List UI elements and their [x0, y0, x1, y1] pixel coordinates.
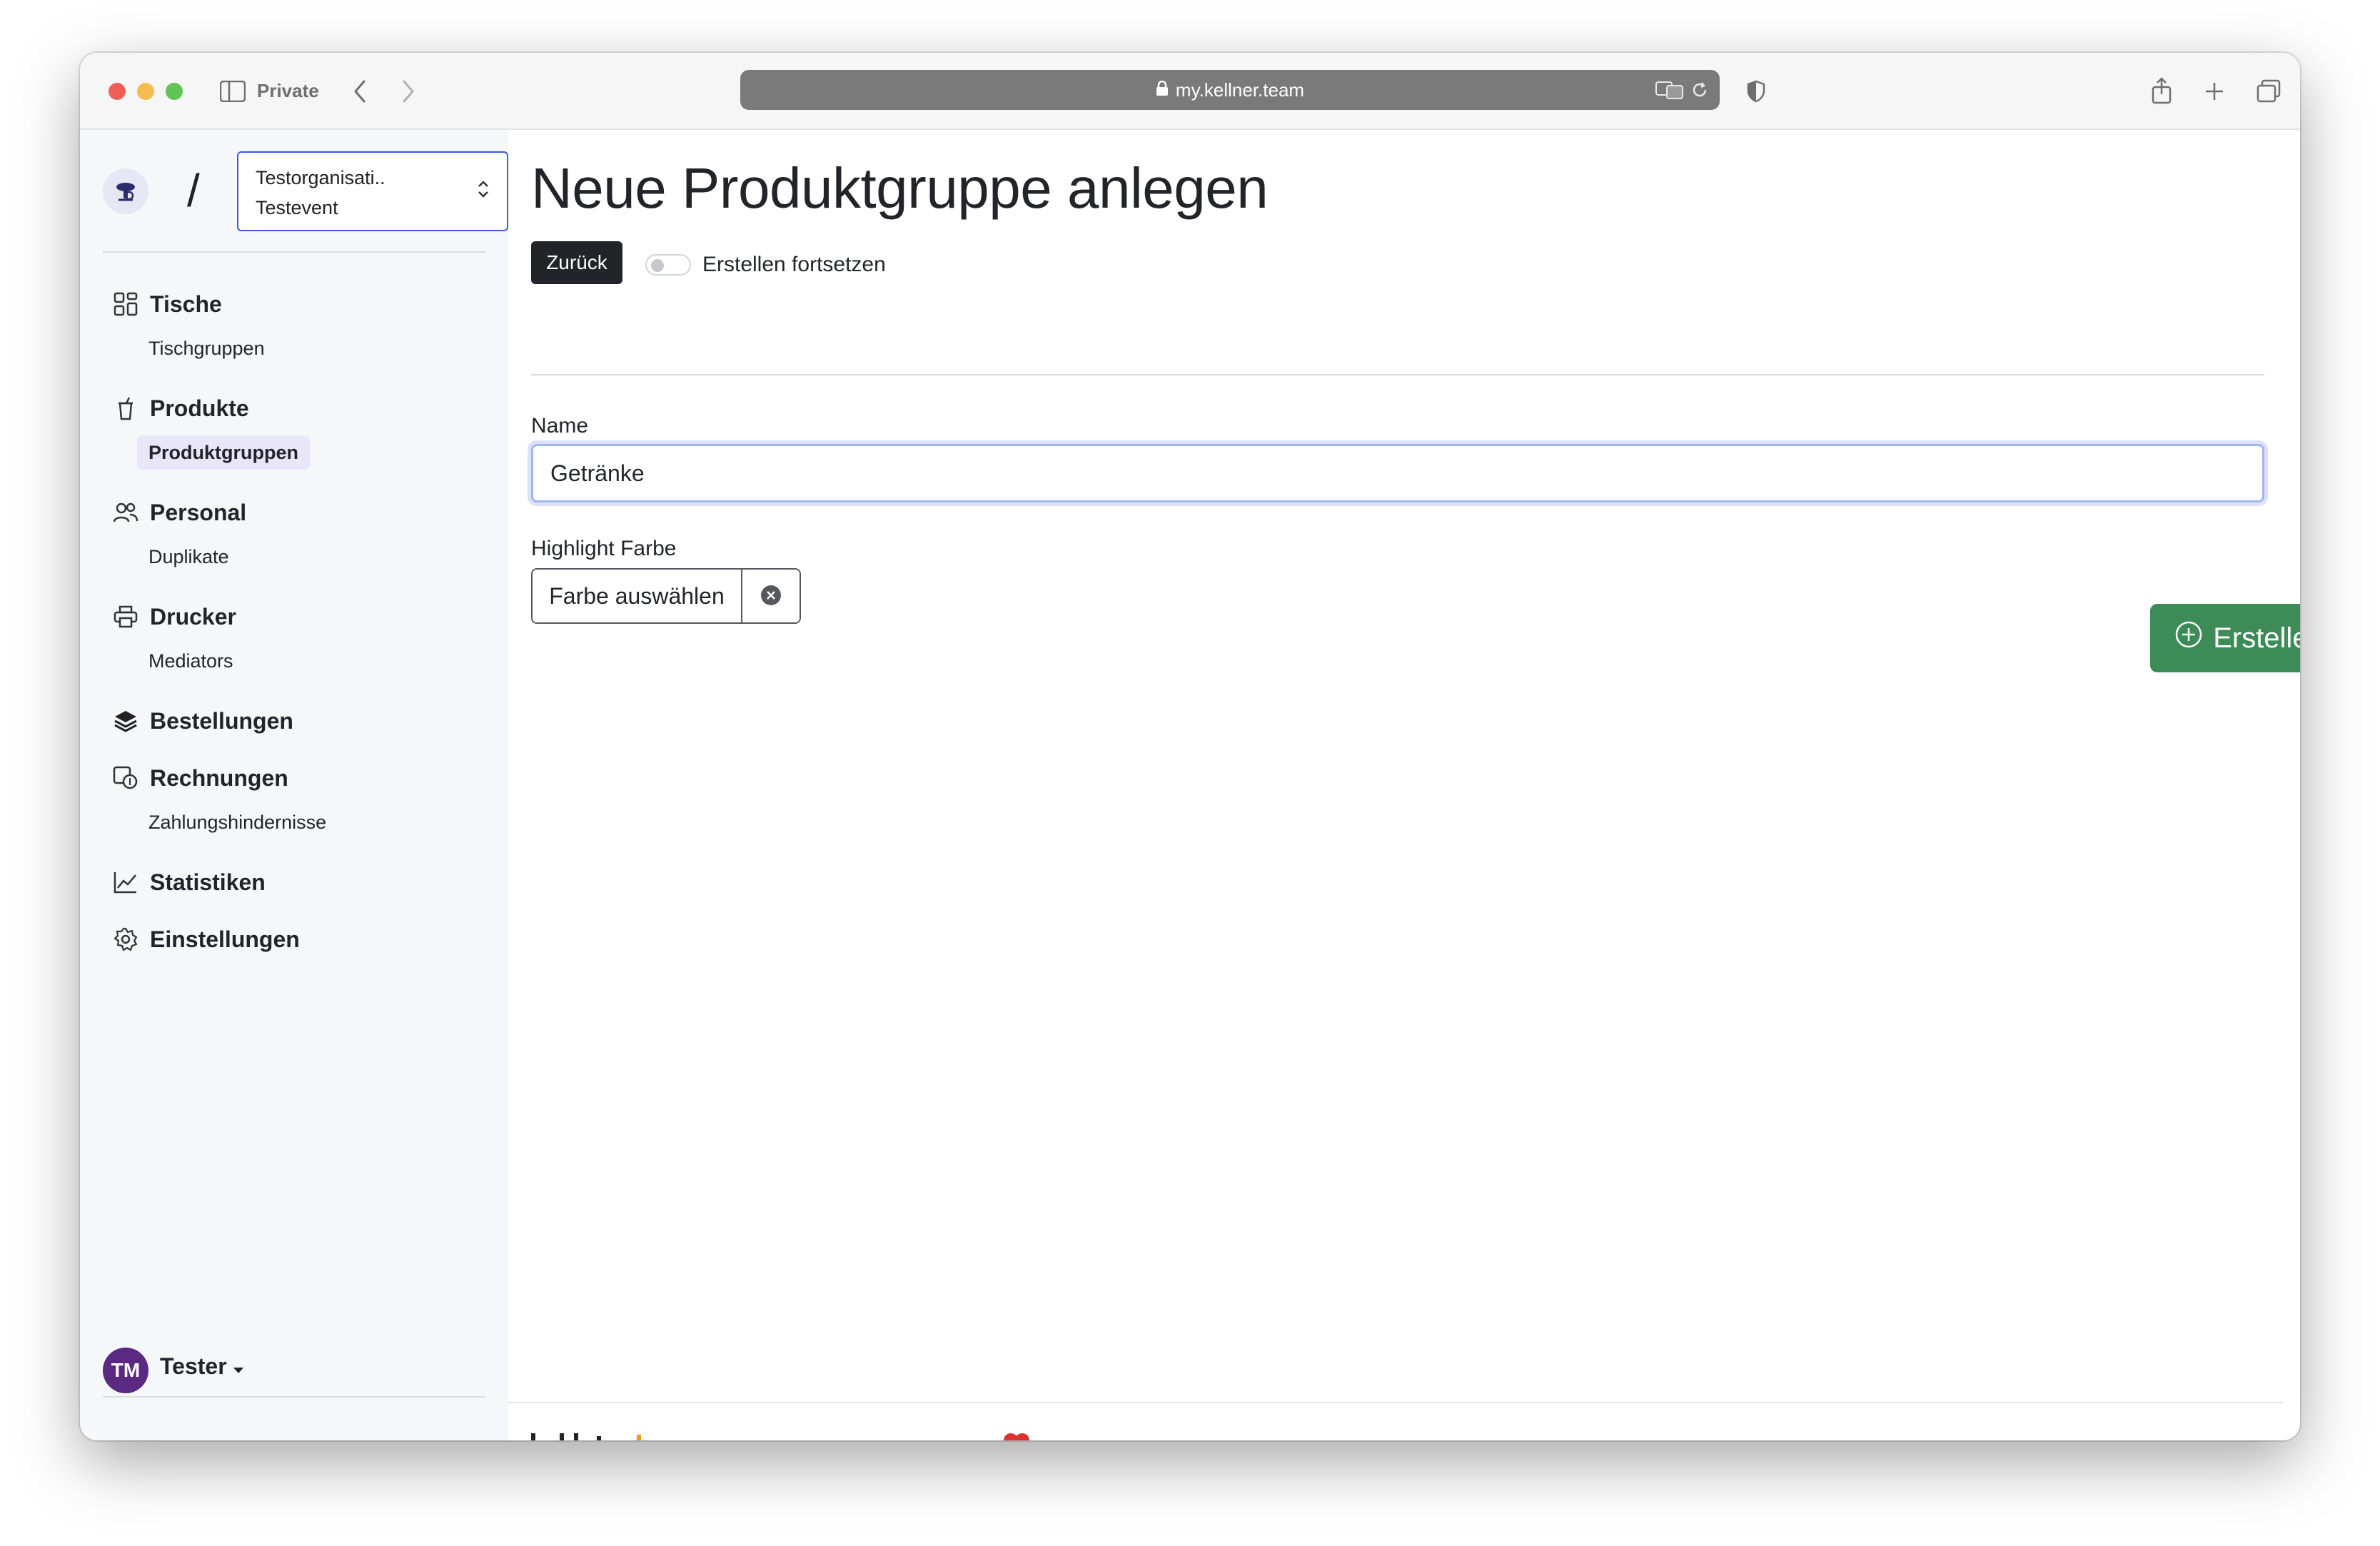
clear-color-button[interactable] — [741, 570, 800, 622]
sidebar-item-produktgruppen[interactable]: Produktgruppen — [137, 435, 310, 470]
user-menu[interactable]: Tester — [160, 1353, 244, 1380]
org-name: Testorganisati.. — [256, 167, 385, 188]
sidebar-item-label: Bestellungen — [150, 707, 293, 734]
reload-icon[interactable] — [1690, 80, 1710, 103]
sidebar-item-label: Statistiken — [150, 869, 266, 895]
lock-icon — [1156, 79, 1169, 101]
gear-icon — [111, 925, 140, 954]
sidebar-item-personal[interactable]: Personal — [111, 495, 246, 530]
sidebar-item-label: Einstellungen — [150, 926, 300, 952]
page-title: Neue Produktgruppe anlegen — [531, 156, 1269, 220]
printer-icon — [111, 602, 140, 631]
sidebar-item-label: Personal — [150, 499, 247, 525]
sidebar-item-label: Drucker — [150, 603, 236, 630]
url-text: my.kellner.team — [1175, 79, 1305, 101]
sidebar-item-label: Rechnungen — [150, 764, 288, 791]
form-divider — [531, 374, 2264, 375]
toggle-knob — [651, 259, 664, 272]
heart-icon — [1001, 1432, 1032, 1440]
sidebar-divider-top — [103, 251, 485, 253]
forward-arrow-icon[interactable] — [394, 76, 423, 107]
share-icon[interactable] — [2147, 74, 2176, 107]
avatar[interactable]: TM — [103, 1348, 148, 1393]
tab-overview-icon[interactable] — [2253, 77, 2284, 106]
kellner-logo — [103, 168, 148, 214]
private-label: Private — [257, 80, 319, 101]
receipt-icon — [111, 764, 140, 792]
caret-down-icon — [233, 1353, 244, 1380]
breadcrumb-separator: / — [187, 165, 200, 216]
sidebar-item-zahlungshindernisse[interactable]: Zahlungshindernisse — [148, 805, 326, 839]
sidebar-item-tische[interactable]: Tische — [111, 287, 222, 321]
sidebar-item-tischgruppen[interactable]: Tischgruppen — [148, 331, 265, 365]
event-name: Testevent — [256, 197, 338, 218]
highlight-color-label: Highlight Farbe — [531, 537, 677, 560]
sidebar-item-label: Produkte — [150, 395, 249, 421]
sidebar: / Testorganisati.. Testevent Tische Tisc… — [80, 130, 508, 1440]
sidebar-item-bestellungen[interactable]: Bestellungen — [111, 704, 293, 738]
grid-icon — [111, 290, 140, 318]
plus-circle-icon — [2174, 620, 2203, 656]
name-label: Name — [531, 414, 589, 438]
sidebar-toggle-icon[interactable] — [218, 77, 247, 106]
new-tab-icon[interactable] — [2200, 77, 2229, 106]
browser-toolbar: Private my.kellner.team — [80, 53, 2300, 130]
clear-circle-icon — [760, 584, 782, 609]
sidebar-item-rechnungen[interactable]: Rechnungen — [111, 761, 288, 795]
close-window-button[interactable] — [109, 83, 126, 100]
back-button[interactable]: Zurück — [531, 241, 622, 284]
layers-icon — [111, 707, 140, 735]
sidebar-item-label: Tische — [150, 290, 222, 317]
zoom-window-button[interactable] — [166, 83, 183, 100]
browser-window: Private my.kellner.team / Testorganisati… — [80, 53, 2300, 1440]
translate-icon[interactable] — [1655, 80, 1684, 103]
continue-creating-label: Erstellen fortsetzen — [702, 253, 886, 276]
sidebar-item-drucker[interactable]: Drucker — [111, 600, 236, 634]
create-button-label: Erstellen — [2213, 622, 2300, 654]
sidebar-item-mediators[interactable]: Mediators — [148, 644, 233, 678]
name-input[interactable] — [531, 444, 2264, 502]
shield-icon[interactable] — [1742, 76, 1770, 107]
user-name: Tester — [160, 1353, 227, 1379]
back-arrow-icon[interactable] — [346, 76, 374, 107]
sidebar-divider-bottom — [103, 1396, 485, 1398]
organization-event-select[interactable]: Testorganisati.. Testevent — [237, 151, 508, 231]
line-chart-icon — [111, 868, 140, 896]
cup-icon — [111, 394, 140, 423]
sidebar-item-duplikate[interactable]: Duplikate — [148, 540, 229, 574]
footer-logo — [531, 1432, 652, 1440]
pick-color-button[interactable]: Farbe auswählen — [533, 570, 741, 622]
people-icon — [111, 498, 140, 527]
create-button[interactable]: Erstellen — [2150, 604, 2300, 672]
org-switcher-row: / Testorganisati.. Testevent — [103, 151, 508, 231]
sidebar-item-produkte[interactable]: Produkte — [111, 391, 249, 425]
main-content: Neue Produktgruppe anlegen Zurück Erstel… — [508, 130, 2300, 1440]
highlight-color-group: Farbe auswählen — [531, 568, 801, 624]
footer-divider — [508, 1402, 2283, 1403]
continue-creating-toggle[interactable] — [645, 254, 691, 276]
chevron-up-down-icon — [475, 178, 491, 208]
address-bar[interactable]: my.kellner.team — [740, 70, 1720, 110]
sidebar-item-einstellungen[interactable]: Einstellungen — [111, 922, 300, 956]
sidebar-item-statistiken[interactable]: Statistiken — [111, 865, 266, 899]
minimize-window-button[interactable] — [137, 83, 154, 100]
